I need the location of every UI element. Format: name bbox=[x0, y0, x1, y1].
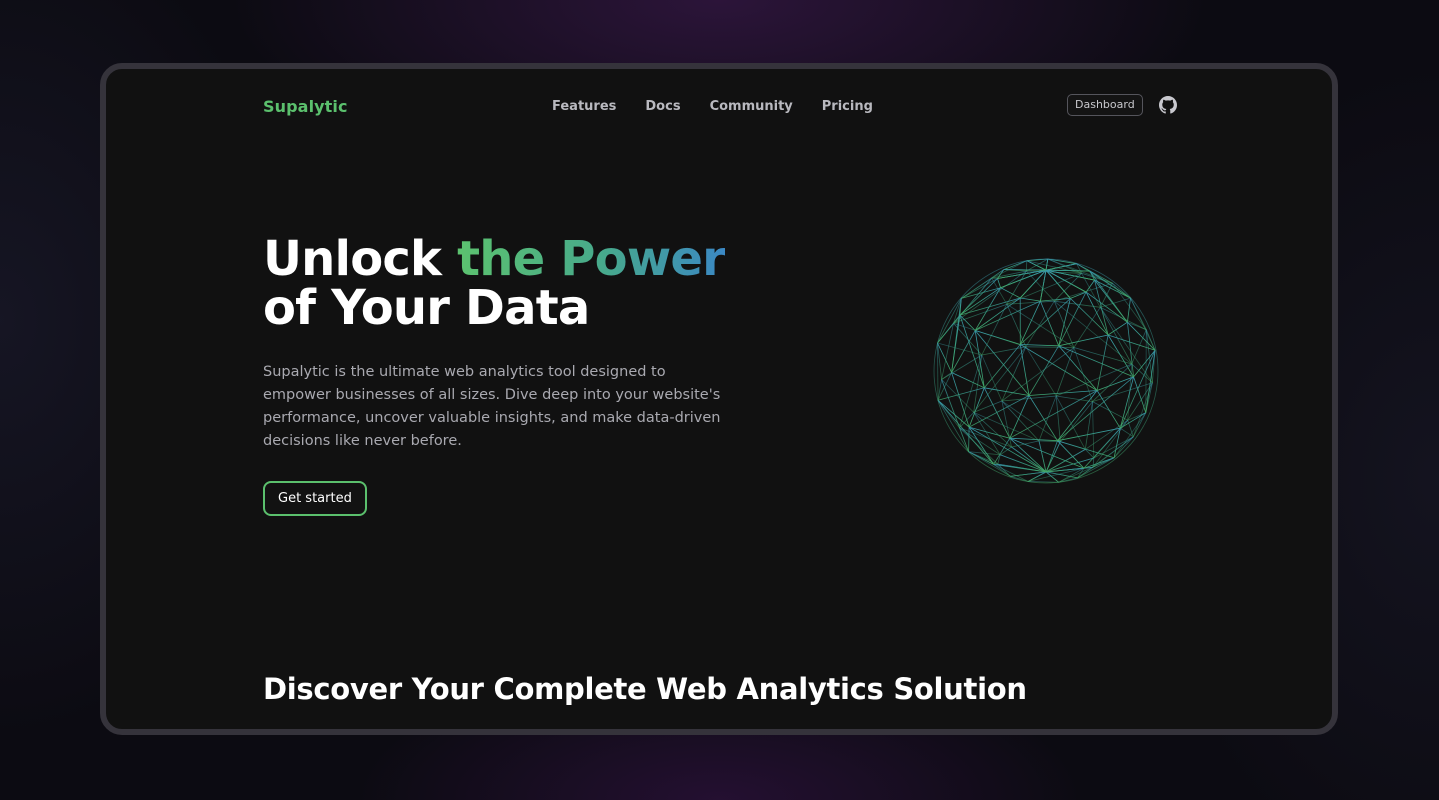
globe-edge bbox=[1009, 395, 1030, 439]
globe-edge bbox=[1057, 376, 1134, 442]
globe-edge bbox=[937, 342, 982, 356]
globe-edge bbox=[984, 387, 1030, 396]
globe-edge bbox=[974, 330, 985, 388]
top-navigation: Supalytic Features Docs Community Pricin… bbox=[106, 69, 1332, 145]
globe-edge bbox=[1045, 258, 1049, 271]
globe-edge bbox=[1001, 400, 1012, 448]
globe-edge bbox=[968, 427, 970, 452]
nav-link-pricing[interactable]: Pricing bbox=[822, 99, 873, 114]
brand-logo[interactable]: Supalytic bbox=[263, 97, 348, 116]
github-icon[interactable] bbox=[1159, 96, 1177, 114]
globe-edge bbox=[1045, 471, 1078, 479]
globe-edge bbox=[1127, 382, 1153, 421]
globe-edge bbox=[1003, 260, 1027, 270]
hero-title: Unlock the Power of Your Data bbox=[263, 235, 726, 336]
globe-edge bbox=[1113, 436, 1134, 459]
globe-edge bbox=[1046, 471, 1059, 483]
globe-edge bbox=[1001, 395, 1057, 402]
globe-edge bbox=[1020, 344, 1098, 391]
globe-edge bbox=[1100, 306, 1147, 331]
globe-edge bbox=[1056, 395, 1093, 402]
dashboard-button[interactable]: Dashboard bbox=[1067, 94, 1143, 116]
globe-edge bbox=[1096, 376, 1134, 391]
hero-title-line-2: of Your Data bbox=[263, 280, 590, 336]
nav-link-docs[interactable]: Docs bbox=[645, 99, 680, 114]
globe-edge bbox=[1092, 382, 1153, 402]
nav-link-community[interactable]: Community bbox=[710, 99, 793, 114]
globe-edge bbox=[1028, 395, 1058, 441]
globe-edge bbox=[981, 354, 1003, 402]
globe-edge bbox=[981, 346, 1026, 356]
globe-edge bbox=[1028, 345, 1060, 396]
globe-edge bbox=[937, 342, 939, 401]
globe-edge bbox=[1026, 260, 1047, 271]
globe-edge bbox=[1120, 427, 1134, 438]
wireframe-globe-illustration bbox=[933, 258, 1159, 484]
globe-edge bbox=[1019, 300, 1041, 345]
globe-edge bbox=[968, 395, 1030, 428]
nav-links: Features Docs Community Pricing bbox=[552, 99, 873, 114]
globe-edge bbox=[1020, 344, 1059, 347]
get-started-button[interactable]: Get started bbox=[263, 481, 367, 516]
globe-edge bbox=[1045, 269, 1090, 272]
globe-edge bbox=[1003, 269, 1047, 271]
globe-edge bbox=[968, 451, 1011, 477]
globe-edge bbox=[1009, 437, 1085, 469]
globe-edge bbox=[1056, 363, 1132, 397]
browser-frame: Supalytic Features Docs Community Pricin… bbox=[100, 63, 1338, 735]
hero-title-plain: Unlock bbox=[263, 231, 458, 287]
globe-edge bbox=[961, 287, 1001, 299]
globe-edge bbox=[1025, 346, 1074, 348]
globe-edge bbox=[1132, 382, 1153, 437]
section-title: Discover Your Complete Web Analytics Sol… bbox=[263, 672, 1027, 706]
globe-edge bbox=[1019, 344, 1030, 396]
globe-edge bbox=[975, 330, 1021, 345]
globe-edge bbox=[1045, 440, 1058, 473]
globe-edge bbox=[973, 412, 1001, 456]
globe-edge bbox=[1085, 291, 1128, 323]
globe-edge bbox=[1025, 346, 1057, 397]
hero-description: Supalytic is the ultimate web analytics … bbox=[263, 364, 721, 449]
globe-edge bbox=[1028, 390, 1098, 396]
globe-edge bbox=[1057, 390, 1098, 441]
globe-edge bbox=[1127, 298, 1131, 323]
globe-edge bbox=[1010, 471, 1047, 477]
globe-edge bbox=[1020, 297, 1041, 302]
globe-edge bbox=[1094, 279, 1131, 299]
globe-edge bbox=[951, 298, 962, 373]
globe-edge bbox=[1009, 390, 1098, 439]
globe-edge bbox=[993, 437, 1011, 465]
globe-edge bbox=[1000, 287, 1021, 299]
globe-edge bbox=[1000, 454, 1047, 473]
globe-edge bbox=[937, 400, 995, 465]
globe-edge bbox=[937, 400, 960, 429]
globe-edge bbox=[983, 387, 1011, 439]
globe-edge bbox=[1047, 258, 1077, 265]
globe-edge bbox=[997, 278, 1001, 288]
globe-edge bbox=[997, 269, 1005, 279]
hero-title-highlight: the Power bbox=[457, 231, 726, 287]
nav-link-features[interactable]: Features bbox=[552, 99, 616, 114]
globe-edge bbox=[937, 342, 952, 373]
globe-edge bbox=[937, 400, 969, 452]
globe-edge bbox=[1058, 298, 1071, 346]
globe-edge bbox=[1058, 334, 1109, 347]
